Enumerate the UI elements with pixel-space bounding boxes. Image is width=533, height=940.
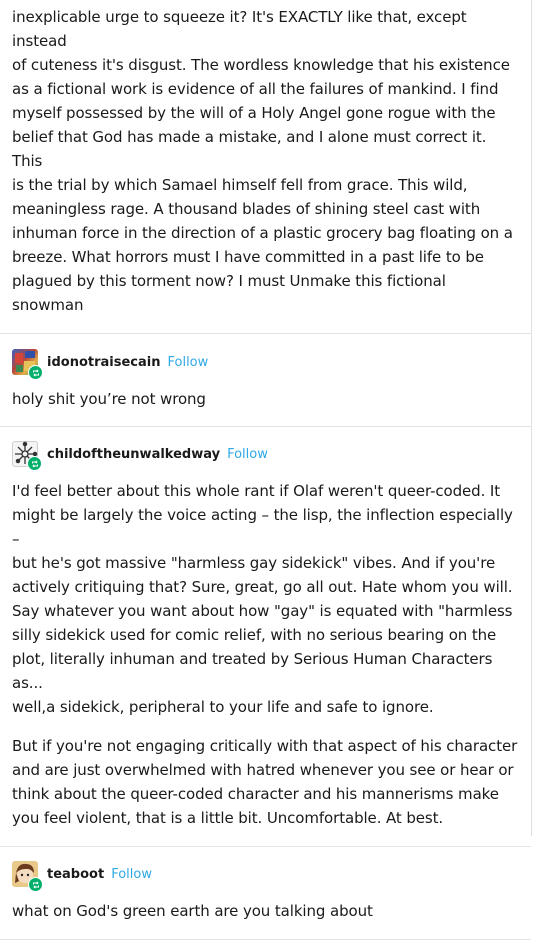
- text-line: I'd feel better about this whole rant if…: [12, 482, 501, 500]
- avatar[interactable]: [12, 861, 43, 892]
- text-line: actively critiquing that? Sure, great, g…: [12, 578, 513, 596]
- text-line: and are just overwhelmed with hatred whe…: [12, 761, 514, 779]
- follow-button[interactable]: Follow: [167, 355, 208, 370]
- reblog-text: what on God's green earth are you talkin…: [0, 899, 531, 923]
- follow-button[interactable]: Follow: [111, 867, 152, 882]
- avatar[interactable]: [12, 349, 43, 380]
- text-line: is the trial by which Samael himself fel…: [12, 176, 468, 194]
- reblog-header: idonotraisecain Follow: [0, 348, 531, 380]
- post-body: inexplicable urge to squeeze it? It's EX…: [0, 0, 531, 317]
- divider: [0, 333, 531, 334]
- text-line: But if you're not engaging critically wi…: [12, 737, 518, 755]
- text-line: meaningless rage. A thousand blades of s…: [12, 200, 481, 218]
- text-line: plagued by this torment now? I must Unma…: [12, 272, 446, 314]
- post-thread: inexplicable urge to squeeze it? It's EX…: [0, 0, 532, 940]
- reblog-icon: [28, 877, 43, 892]
- text-line: breeze. What horrors must I have committ…: [12, 248, 484, 266]
- divider: [0, 846, 531, 847]
- reblog-item: childoftheunwalkedway Follow I'd feel be…: [0, 440, 531, 830]
- text-line: myself possessed by the will of a Holy A…: [12, 104, 496, 122]
- follow-button[interactable]: Follow: [227, 447, 268, 462]
- avatar[interactable]: [12, 441, 42, 471]
- text-line: but he's got massive "harmless gay sidek…: [12, 554, 496, 572]
- reblog-item: teaboot Follow what on God's green earth…: [0, 860, 531, 923]
- text-line: think about the queer-coded character an…: [12, 785, 499, 803]
- text-line: well,a sidekick, peripheral to your life…: [12, 698, 434, 716]
- post-paragraph: inexplicable urge to squeeze it? It's EX…: [0, 5, 531, 317]
- text-line: plot, literally inhuman and treated by S…: [12, 650, 493, 692]
- text-line: belief that God has made a mistake, and …: [12, 128, 487, 170]
- reblog-paragraph: But if you're not engaging critically wi…: [0, 734, 531, 830]
- reblog-icon: [28, 365, 43, 380]
- username[interactable]: teaboot: [47, 867, 104, 882]
- text-line: you feel violent, that is a little bit. …: [12, 809, 444, 827]
- username[interactable]: childoftheunwalkedway: [47, 447, 220, 462]
- text-line: what on God's green earth are you talkin…: [12, 902, 373, 920]
- text-line: as a fictional work is evidence of all t…: [12, 80, 499, 98]
- reblog-text: holy shit you’re not wrong: [0, 387, 531, 411]
- text-line: might be largely the voice acting – the …: [12, 506, 513, 548]
- text-line: Say whatever you want about how "gay" is…: [12, 602, 513, 620]
- text-line: inhuman force in the direction of a plas…: [12, 224, 513, 242]
- text-line: silly sidekick used for comic relief, wi…: [12, 626, 497, 644]
- reblog-header: teaboot Follow: [0, 860, 531, 892]
- reblog-icon: [27, 456, 42, 471]
- username[interactable]: idonotraisecain: [47, 355, 160, 370]
- reblog-item: idonotraisecain Follow holy shit you’re …: [0, 348, 531, 411]
- reblog-paragraph: I'd feel better about this whole rant if…: [0, 479, 531, 719]
- text-line: holy shit you’re not wrong: [12, 390, 206, 408]
- text-line: inexplicable urge to squeeze it? It's EX…: [12, 8, 467, 50]
- divider: [0, 426, 531, 427]
- text-line: of cuteness it's disgust. The wordless k…: [12, 56, 510, 74]
- reblog-header: childoftheunwalkedway Follow: [0, 440, 531, 471]
